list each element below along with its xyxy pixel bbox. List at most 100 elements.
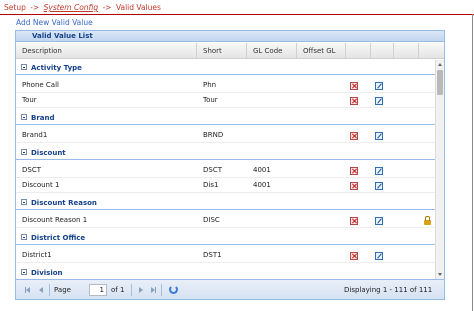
table-row[interactable]: Discount 1 Dis1 4001 — [16, 178, 435, 193]
edit-icon[interactable] — [375, 217, 383, 225]
cell-offset-gl — [297, 163, 346, 178]
breadcrumb-valid-values: Valid Values — [115, 3, 161, 12]
cell-description: Discount 1 — [22, 181, 60, 189]
delete-icon[interactable] — [350, 97, 358, 105]
group-name: Brand — [31, 114, 55, 122]
page-number-input[interactable] — [89, 284, 107, 296]
collapse-icon[interactable] — [21, 114, 27, 120]
group-label: Division — [21, 266, 63, 279]
table-row[interactable]: Tour Tour — [16, 93, 435, 108]
displaying-count: Displaying 1 - 111 of 111 — [344, 286, 433, 294]
header-divider — [0, 14, 474, 15]
edit-icon[interactable] — [375, 182, 383, 190]
cell-description: District1 — [22, 251, 52, 259]
collapse-icon[interactable] — [21, 234, 27, 240]
scroll-down-icon[interactable] — [436, 270, 444, 278]
cell-short: BRND — [203, 131, 224, 139]
column-short[interactable]: Short — [197, 43, 247, 59]
cell-short: Tour — [203, 96, 218, 104]
group-name: Discount — [31, 149, 66, 157]
cell-short: Dis1 — [203, 181, 219, 189]
page-label: Page — [54, 286, 71, 294]
grid-body: Activity Type Phone Call Phn Tour Tour Brand B… — [16, 60, 435, 279]
group-name: Activity Type — [31, 64, 82, 72]
cell-offset-gl — [297, 178, 346, 193]
last-page-icon[interactable] — [149, 286, 157, 294]
first-page-icon[interactable] — [24, 286, 32, 294]
add-new-valid-value-link[interactable]: Add New Valid Value — [16, 17, 93, 28]
cell-description: Discount Reason 1 — [22, 216, 88, 224]
scroll-thumb[interactable] — [437, 70, 443, 95]
table-row[interactable]: Phone Call Phn — [16, 78, 435, 93]
table-row[interactable]: Discount Reason 1 DISC — [16, 213, 435, 228]
breadcrumb: Setup -> System Config -> Valid Values — [4, 2, 161, 14]
delete-icon[interactable] — [350, 82, 358, 90]
cell-offset-gl — [297, 78, 346, 93]
cell-offset-gl — [297, 248, 346, 263]
outer-border — [472, 14, 473, 311]
cell-gl-code — [247, 78, 297, 93]
edit-icon[interactable] — [375, 252, 383, 260]
table-row[interactable]: District1 DST1 — [16, 248, 435, 263]
breadcrumb-separator: -> — [102, 3, 112, 12]
toolbar-separator — [49, 284, 50, 296]
group-header[interactable]: District Office — [16, 231, 435, 245]
cell-offset-gl — [297, 128, 346, 143]
edit-icon[interactable] — [375, 97, 383, 105]
breadcrumb-setup: Setup — [4, 3, 26, 12]
prev-page-icon[interactable] — [37, 286, 45, 294]
delete-icon[interactable] — [350, 132, 358, 140]
table-row[interactable]: DSCT DSCT 4001 — [16, 163, 435, 178]
group-name: District Office — [31, 234, 86, 242]
edit-icon[interactable] — [375, 132, 383, 140]
group-header[interactable]: Brand — [16, 111, 435, 125]
table-row[interactable]: Brand1 BRND — [16, 128, 435, 143]
column-lock — [394, 43, 419, 59]
column-gl-code[interactable]: GL Code — [247, 43, 297, 59]
collapse-icon[interactable] — [21, 64, 27, 70]
toolbar-separator — [131, 284, 132, 296]
cell-description: DSCT — [22, 166, 41, 174]
collapse-icon[interactable] — [21, 199, 27, 205]
cell-short: DISC — [203, 216, 220, 224]
cell-gl-code — [247, 213, 297, 228]
group-label: Brand — [21, 111, 55, 125]
column-description[interactable]: Description — [16, 43, 197, 59]
collapse-icon[interactable] — [21, 269, 27, 275]
page-of-label: of 1 — [111, 286, 125, 294]
column-spacer — [419, 43, 444, 59]
cell-gl-code — [247, 128, 297, 143]
refresh-icon[interactable] — [169, 285, 178, 294]
group-header[interactable]: Discount Reason — [16, 196, 435, 210]
next-page-icon[interactable] — [137, 286, 145, 294]
cell-description: Brand1 — [22, 131, 48, 139]
group-header[interactable]: Discount — [16, 146, 435, 160]
cell-short: Phn — [203, 81, 217, 89]
group-label: District Office — [21, 231, 85, 245]
cell-description: Phone Call — [22, 81, 59, 89]
edit-icon[interactable] — [375, 82, 383, 90]
column-edit — [371, 43, 394, 59]
breadcrumb-system-config-link[interactable]: System Config — [44, 3, 99, 12]
scroll-up-icon[interactable] — [436, 61, 444, 69]
cell-gl-code — [247, 248, 297, 263]
valid-value-panel: Valid Value List Description Short GL Co… — [15, 30, 445, 300]
group-name: Discount Reason — [31, 199, 97, 207]
delete-icon[interactable] — [350, 217, 358, 225]
group-header[interactable]: Division — [16, 266, 435, 279]
delete-icon[interactable] — [350, 182, 358, 190]
edit-icon[interactable] — [375, 167, 383, 175]
delete-icon[interactable] — [350, 252, 358, 260]
group-label: Discount Reason — [21, 196, 97, 210]
group-label: Activity Type — [21, 61, 82, 75]
group-header[interactable]: Activity Type — [16, 61, 435, 75]
grid-column-header: Description Short GL Code Offset GL — [16, 43, 444, 59]
column-offset-gl[interactable]: Offset GL — [297, 43, 346, 59]
column-delete — [346, 43, 371, 59]
cell-short: DST1 — [203, 251, 222, 259]
delete-icon[interactable] — [350, 167, 358, 175]
panel-title: Valid Value List — [16, 31, 444, 42]
vertical-scrollbar[interactable] — [435, 60, 444, 279]
collapse-icon[interactable] — [21, 149, 27, 155]
cell-gl-code: 4001 — [253, 181, 271, 189]
